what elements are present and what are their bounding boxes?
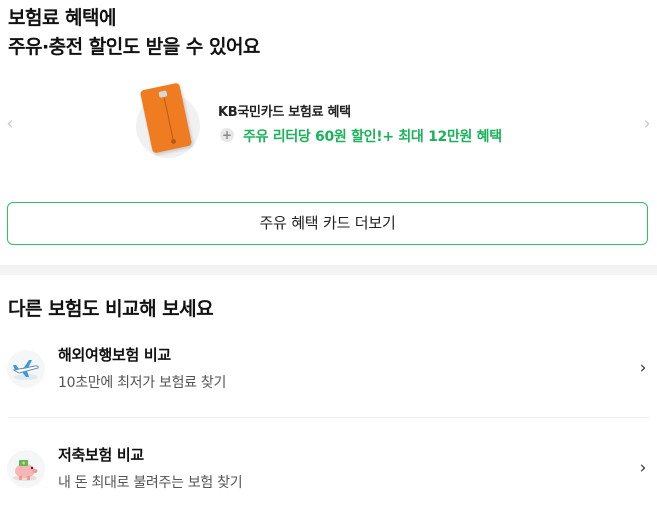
list-item-title: 저축보험 비교 [58,446,144,464]
list-item-subtitle: 10초만에 최저가 보험료 찾기 [58,375,227,391]
carousel-prev-icon[interactable]: ‹ [4,114,16,134]
card-chip [158,90,168,98]
piggy-bank-icon [7,450,45,488]
chevron-right-icon: › [639,458,647,478]
chevron-right-icon: › [639,358,647,378]
list-item-title: 해외여행보험 비교 [58,346,171,364]
list-item-subtitle: 내 돈 최대로 불려주는 보험 찾기 [58,475,243,491]
airplane-icon [7,350,45,388]
headline-line-1: 보험료 혜택에 [8,7,116,29]
carousel-next-icon[interactable]: › [641,114,653,134]
card-strap-line [163,97,174,142]
card-strap-dot [170,138,177,145]
card-name[interactable]: KB국민카드 보험료 혜택 [218,101,351,120]
headline-line-2: 주유·충전 할인도 받을 수 있어요 [8,36,260,58]
list-item-travel-insurance[interactable]: 해외여행보험 비교 10초만에 최저가 보험료 찾기 › [0,330,657,420]
compare-section-title: 다른 보험도 비교해 보세요 [8,298,214,320]
list-item-savings-insurance[interactable]: 저축보험 비교 내 돈 최대로 불려주는 보험 찾기 › [0,430,657,515]
headline: 보험료 혜택에 주유·충전 할인도 받을 수 있어요 [8,4,260,62]
card-benefit-text: 주유 리터당 60원 할인!+ 최대 12만원 혜택 [243,129,502,145]
section-divider [0,265,657,275]
card-benefit-carousel: ‹ KB국민카드 보험료 혜택 + 주유 리터당 60원 할인!+ 최대 12만… [0,80,657,172]
more-fuel-cards-button[interactable]: 주유 혜택 카드 더보기 [7,202,648,245]
plus-icon: + [220,128,234,142]
list-divider [8,417,649,418]
